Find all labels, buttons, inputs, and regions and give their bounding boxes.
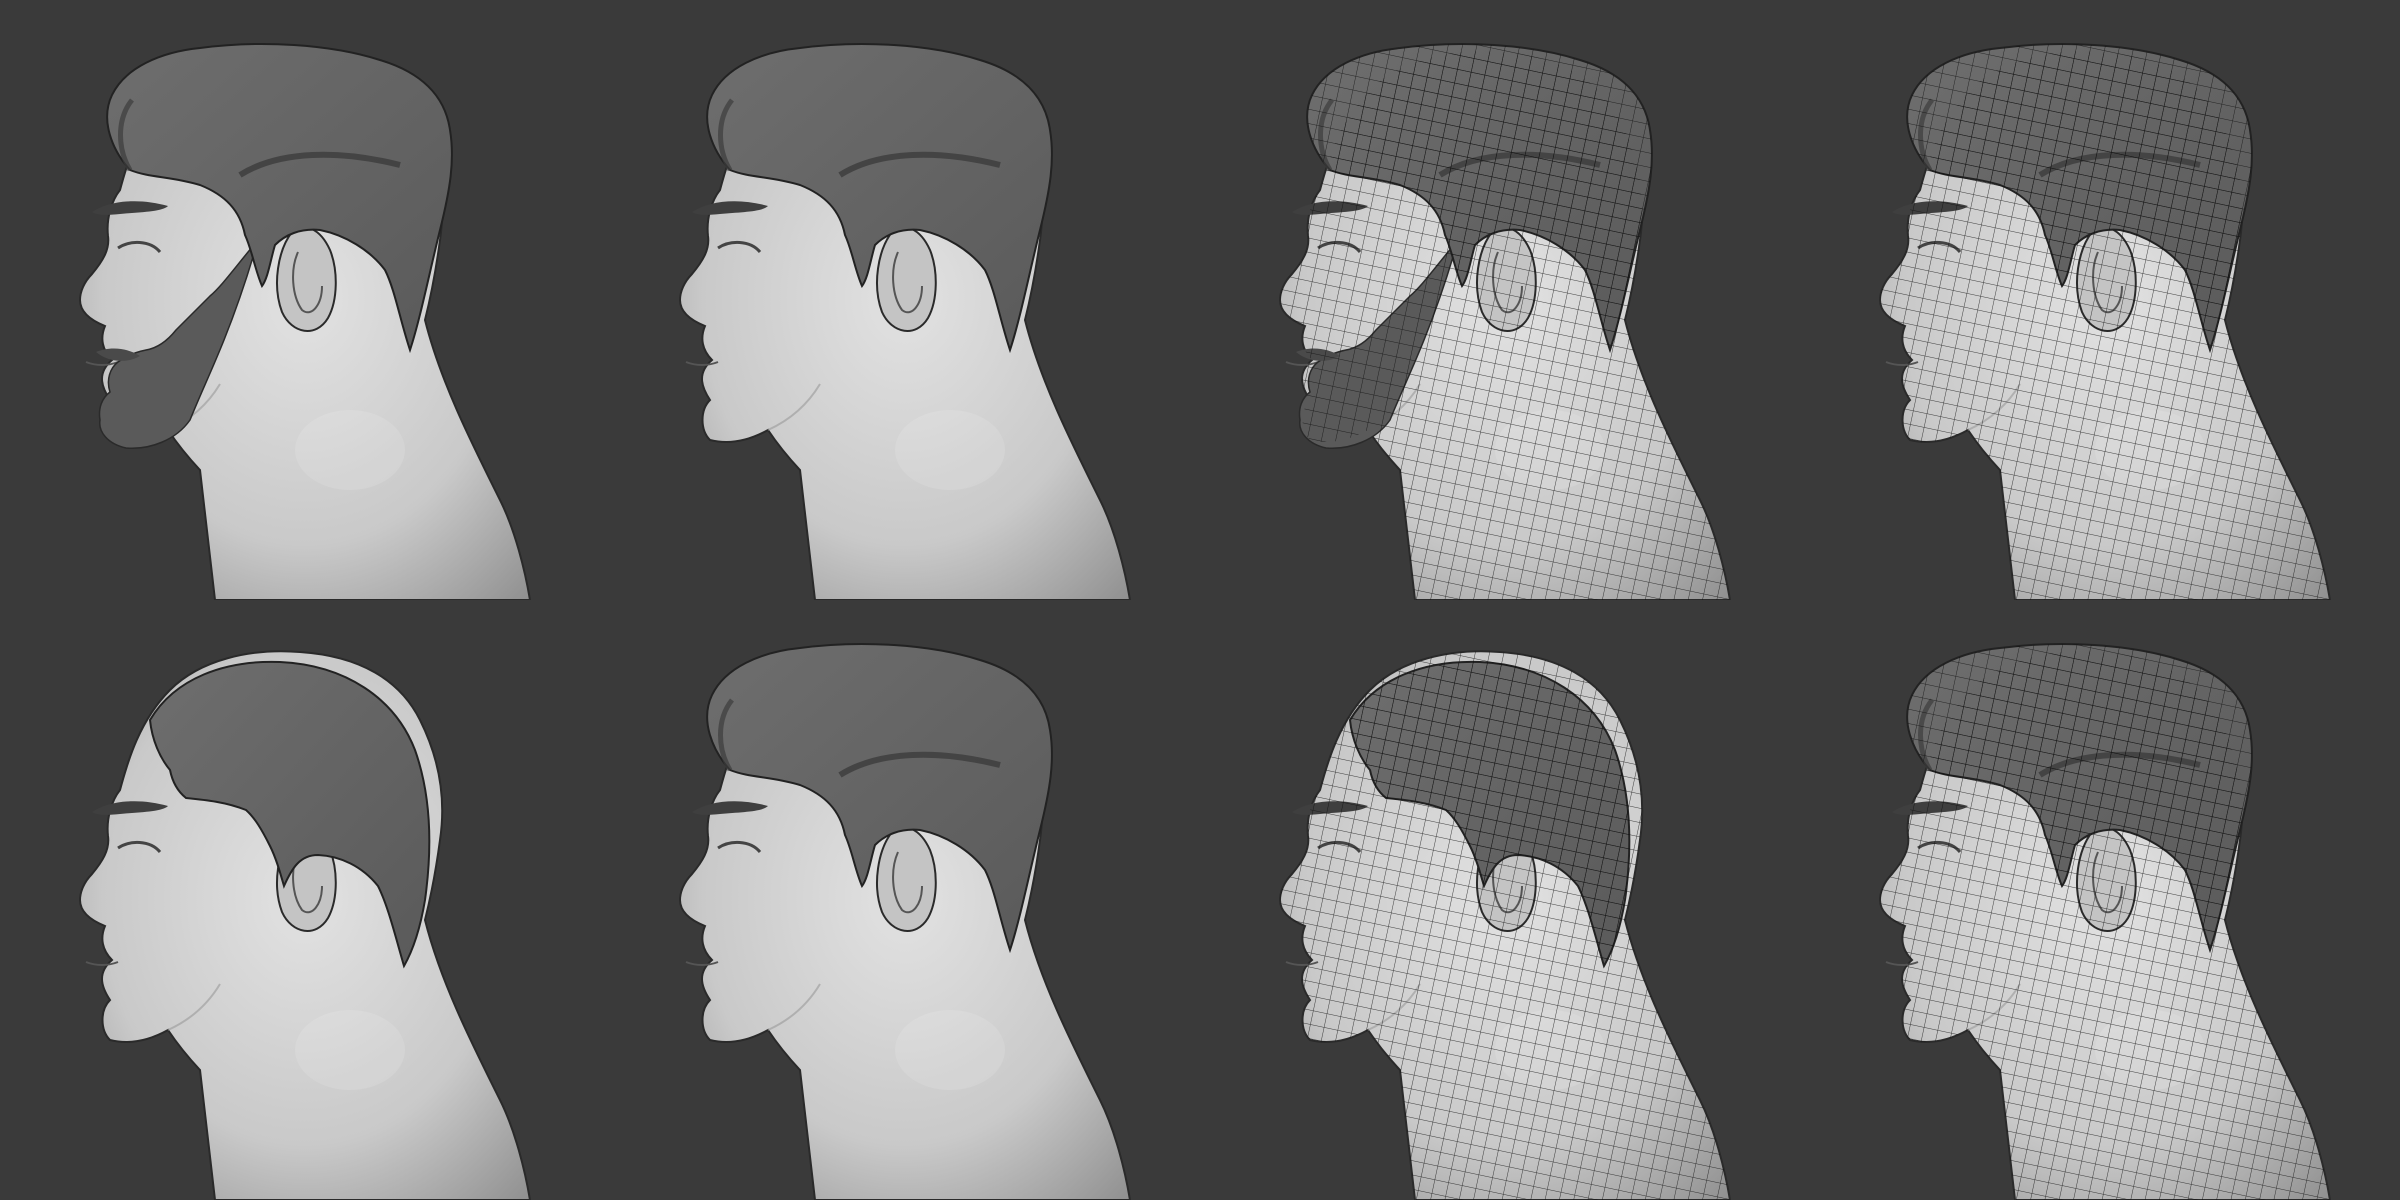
- render-view-r2-c3: [1200, 600, 1800, 1200]
- render-view-r1-c1: [0, 0, 600, 600]
- render-canvas: [0, 0, 2400, 1200]
- render-view-r2-c4: [1800, 600, 2400, 1200]
- render-view-r2-c2: [600, 600, 1200, 1200]
- render-view-r1-c2: [600, 0, 1200, 600]
- render-view-r1-c3: [1200, 0, 1800, 600]
- render-view-r2-c1: [0, 600, 600, 1200]
- render-view-r1-c4: [1800, 0, 2400, 600]
